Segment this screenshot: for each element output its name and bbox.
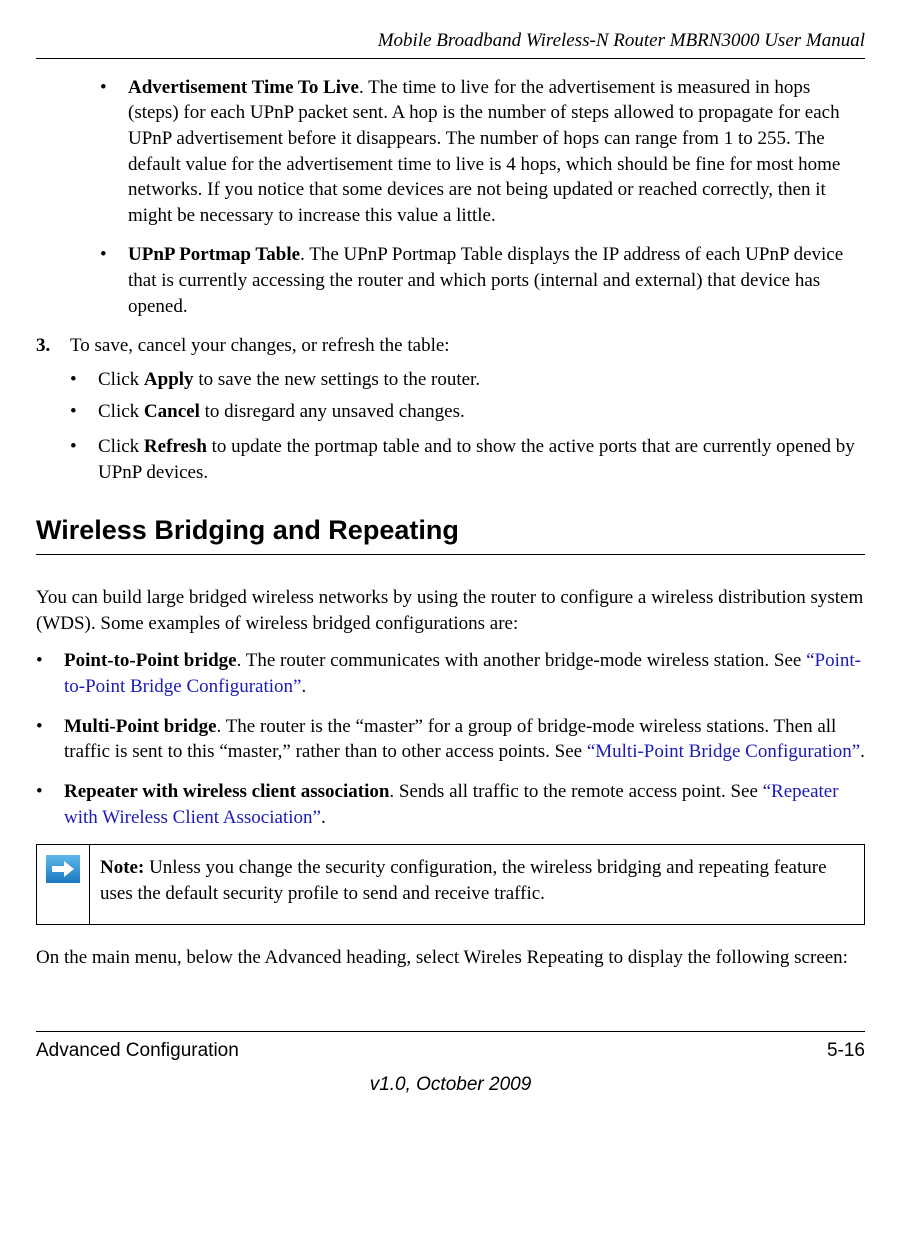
bullet-marker: • [36, 714, 64, 765]
numbered-step-3: 3. To save, cancel your changes, or refr… [36, 333, 865, 359]
footer-page-number: 5-16 [827, 1038, 865, 1064]
note-body: Unless you change the security configura… [100, 857, 827, 904]
closing-paragraph: On the main menu, below the Advanced hea… [36, 945, 865, 971]
bullet-bold-label: Multi-Point bridge [64, 716, 217, 737]
text-post: to disregard any unsaved changes. [200, 401, 465, 422]
note-label: Note: [100, 857, 144, 878]
text-pre: Click [98, 369, 144, 390]
bullet-marker: • [36, 648, 64, 699]
section-divider [36, 554, 865, 555]
arrow-right-icon [46, 855, 80, 883]
bullet-marker: • [36, 779, 64, 830]
note-text: Note: Unless you change the security con… [90, 845, 864, 924]
bullet-text: Advertisement Time To Live. The time to … [128, 75, 865, 229]
bullet-marker: • [70, 434, 98, 485]
footer-divider [36, 1031, 865, 1032]
bullet-body: . Sends all traffic to the remote access… [389, 781, 762, 802]
bullet-text: Click Refresh to update the portmap tabl… [98, 434, 865, 485]
bullet-text: Repeater with wireless client associatio… [64, 779, 865, 830]
text-pre: Click [98, 436, 144, 457]
sub-bullet-cancel: • Click Cancel to disregard any unsaved … [70, 399, 865, 425]
footer-left: Advanced Configuration [36, 1038, 239, 1064]
bullet-marker: • [70, 399, 98, 425]
bullet-text: Point-to-Point bridge. The router commun… [64, 648, 865, 699]
sub-bullet-apply: • Click Apply to save the new settings t… [70, 367, 865, 393]
link-multi-point[interactable]: “Multi-Point Bridge Configuration” [587, 741, 860, 762]
bullet-text: UPnP Portmap Table. The UPnP Portmap Tab… [128, 242, 865, 319]
bullet-marker: • [100, 75, 128, 229]
bullet-body: . The time to live for the advertisement… [128, 77, 840, 226]
header-divider [36, 58, 865, 59]
sub-bullet-refresh: • Click Refresh to update the portmap ta… [70, 434, 865, 485]
bullet-bold-label: UPnP Portmap Table [128, 244, 300, 265]
bullet-point-to-point: • Point-to-Point bridge. The router comm… [36, 648, 865, 699]
note-box: Note: Unless you change the security con… [36, 844, 865, 925]
footer-row: Advanced Configuration 5-16 [36, 1038, 865, 1064]
bullet-text: Click Apply to save the new settings to … [98, 367, 865, 393]
footer-version: v1.0, October 2009 [36, 1072, 865, 1098]
bullet-marker: • [100, 242, 128, 319]
bullet-bold-label: Advertisement Time To Live [128, 77, 359, 98]
bullet-item-advertisement-ttl: • Advertisement Time To Live. The time t… [100, 75, 865, 229]
note-icon-cell [37, 845, 90, 924]
bullet-multi-point: • Multi-Point bridge. The router is the … [36, 714, 865, 765]
section-heading-wireless-bridging: Wireless Bridging and Repeating [36, 512, 865, 548]
text-bold: Refresh [144, 436, 207, 457]
bullet-bold-label: Point-to-Point bridge [64, 650, 237, 671]
bullet-repeater: • Repeater with wireless client associat… [36, 779, 865, 830]
bullet-text: Click Cancel to disregard any unsaved ch… [98, 399, 865, 425]
step-text: To save, cancel your changes, or refresh… [70, 333, 865, 359]
bullet-marker: • [70, 367, 98, 393]
text-pre: Click [98, 401, 144, 422]
step-number: 3. [36, 333, 70, 359]
bullet-post: . [860, 741, 865, 762]
bullet-post: . [321, 807, 326, 828]
bullet-post: . [301, 676, 306, 697]
bullet-text: Multi-Point bridge. The router is the “m… [64, 714, 865, 765]
page-header-title: Mobile Broadband Wireless-N Router MBRN3… [36, 28, 865, 54]
bullet-item-upnp-portmap: • UPnP Portmap Table. The UPnP Portmap T… [100, 242, 865, 319]
text-bold: Cancel [144, 401, 200, 422]
bullet-bold-label: Repeater with wireless client associatio… [64, 781, 389, 802]
bullet-body: . The router communicates with another b… [237, 650, 807, 671]
text-bold: Apply [144, 369, 194, 390]
text-post: to save the new settings to the router. [194, 369, 481, 390]
text-post: to update the portmap table and to show … [98, 436, 855, 483]
intro-paragraph: You can build large bridged wireless net… [36, 585, 865, 636]
